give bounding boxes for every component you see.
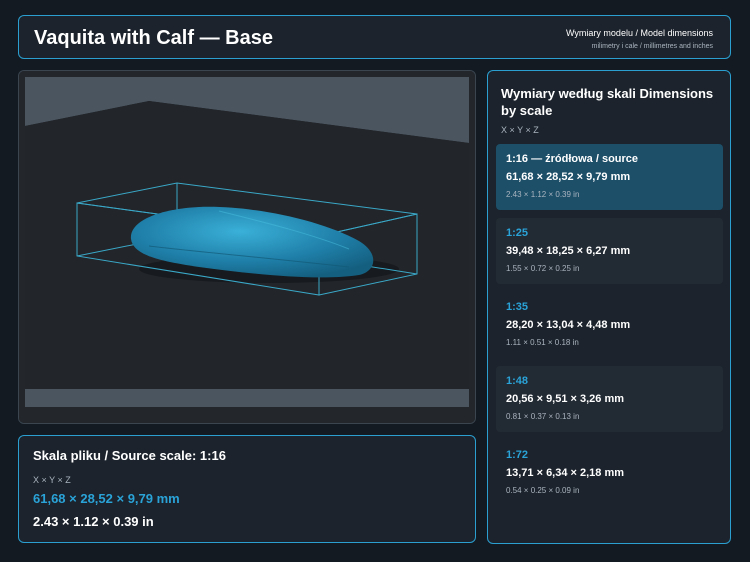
scales-title: Wymiary według skali Dimensions by scale xyxy=(501,86,714,118)
scale-dimensions-in: 0.81 × 0.37 × 0.13 in xyxy=(506,412,580,421)
scales-panel: Wymiary według skali Dimensions by scale… xyxy=(487,70,731,544)
scale-label: 1:25 xyxy=(506,227,529,239)
page-title: Vaquita with Calf — Base xyxy=(34,27,273,49)
scale-dimensions-in: 1.55 × 0.72 × 0.25 in xyxy=(506,264,580,273)
source-scale-panel: Skala pliku / Source scale: 1:16 X × Y ×… xyxy=(18,435,476,543)
scale-card-1-16[interactable]: 1:16 — źródłowa / source 61,68 × 28,52 ×… xyxy=(496,144,723,210)
scale-dimensions-in: 0.54 × 0.25 × 0.09 in xyxy=(506,486,580,495)
floor-edge xyxy=(25,389,469,407)
scale-dimensions-mm: 20,56 × 9,51 × 3,26 mm xyxy=(506,393,625,405)
scale-dimensions-mm: 61,68 × 28,52 × 9,79 mm xyxy=(506,171,631,183)
source-dimensions-in: 2.43 × 1.12 × 0.39 in xyxy=(33,514,154,529)
header-subtitle-units: milimetry i cale / millimetres and inche… xyxy=(591,43,713,50)
scale-dimensions-in: 1.11 × 0.51 × 0.18 in xyxy=(506,338,579,347)
scale-label: 1:72 xyxy=(506,449,529,461)
source-dimensions-mm: 61,68 × 28,52 × 9,79 mm xyxy=(33,491,180,506)
scale-dimensions-in: 2.43 × 1.12 × 0.39 in xyxy=(506,190,580,199)
source-scale-title: Skala pliku / Source scale: 1:16 xyxy=(33,448,226,463)
scales-axes-label: X × Y × Z xyxy=(501,125,539,135)
header-panel: Vaquita with Calf — Base Wymiary modelu … xyxy=(18,15,731,59)
scale-dimensions-mm: 13,71 × 6,34 × 2,18 mm xyxy=(506,467,625,479)
scale-dimensions-mm: 28,20 × 13,04 × 4,48 mm xyxy=(506,319,631,331)
scale-card-1-48[interactable]: 1:48 20,56 × 9,51 × 3,26 mm 0.81 × 0.37 … xyxy=(496,366,723,432)
scale-card-1-25[interactable]: 1:25 39,48 × 18,25 × 6,27 mm 1.55 × 0.72… xyxy=(496,218,723,284)
scale-dimensions-mm: 39,48 × 18,25 × 6,27 mm xyxy=(506,245,631,257)
scale-card-1-35[interactable]: 1:35 28,20 × 13,04 × 4,48 mm 1.11 × 0.51… xyxy=(496,292,723,358)
model-render xyxy=(19,71,475,423)
scale-label: 1:16 — źródłowa / source xyxy=(506,153,639,165)
source-axes-label: X × Y × Z xyxy=(33,475,71,485)
model-viewport[interactable] xyxy=(18,70,476,424)
scale-label: 1:48 xyxy=(506,375,529,387)
scale-label: 1:35 xyxy=(506,301,529,313)
header-subtitle: Wymiary modelu / Model dimensions xyxy=(566,28,713,38)
scale-card-1-72[interactable]: 1:72 13,71 × 6,34 × 2,18 mm 0.54 × 0.25 … xyxy=(496,440,723,506)
